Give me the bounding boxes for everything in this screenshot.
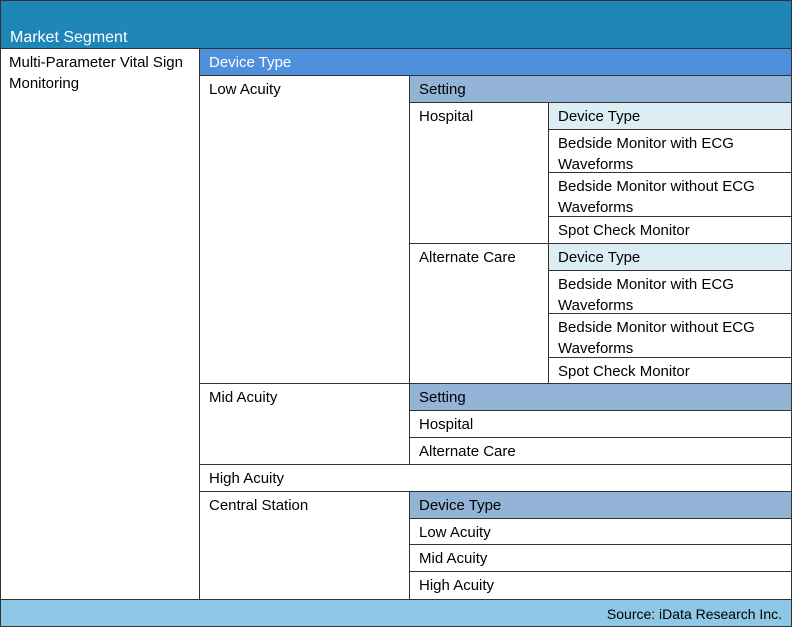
table-frame xyxy=(0,0,792,627)
